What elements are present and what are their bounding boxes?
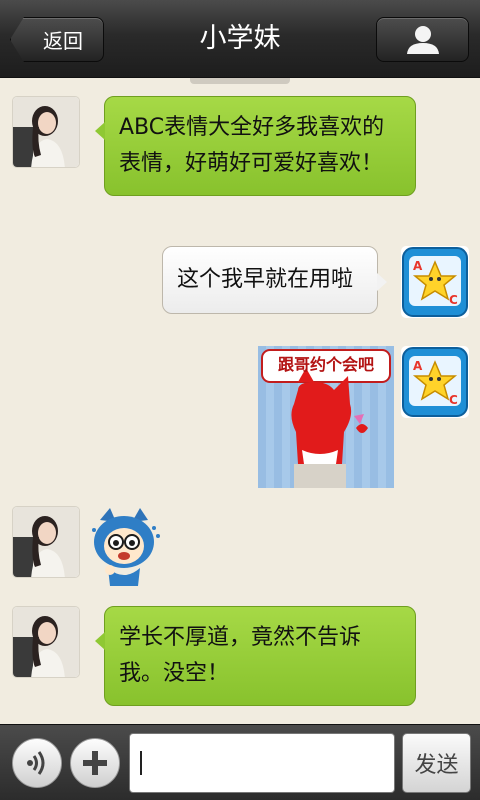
app-logo-avatar-icon: A C [402,347,468,417]
contact-avatar[interactable] [12,606,80,678]
send-button-label: 发送 [414,753,459,778]
sticker-message-contact[interactable] [86,506,164,586]
title-bar: 返回 小学妹 [0,0,480,78]
sticker-caption: 跟哥约个会吧 [277,355,374,374]
text-cursor [140,751,142,775]
send-button[interactable]: 发送 [402,733,471,793]
contact-profile-button[interactable] [376,17,469,62]
my-avatar[interactable]: A C [401,246,469,318]
svg-text:A: A [413,359,423,373]
person-silhouette-icon [406,25,439,54]
attach-plus-button[interactable] [70,738,120,788]
chat-title: 小学妹 [199,23,281,54]
plus-icon [83,751,107,775]
app-logo-avatar-icon: A C [402,247,468,317]
contact-avatar[interactable] [12,96,80,168]
message-bubble-contact[interactable]: ABC表情大全好多我喜欢的表情，好萌好可爱好喜欢！ [95,96,416,196]
chat-message-list[interactable]: ABC表情大全好多我喜欢的表情，好萌好可爱好喜欢！ 这个我早就在用啦 A C 跟… [0,84,480,724]
contact-avatar-photo [13,97,79,167]
message-text: 学长不厚道，竟然不告诉我。没空！ [119,625,362,686]
blue-cat-sticker-image [92,508,160,586]
message-text: ABC表情大全好多我喜欢的表情，好萌好可爱好喜欢！ [119,115,385,176]
message-bubble-me[interactable]: 这个我早就在用啦 [162,246,387,314]
sticker-message-me[interactable]: 跟哥约个会吧 [258,346,394,488]
message-composer: 发送 [0,724,480,800]
contact-avatar[interactable] [12,506,80,578]
back-button-label: 返回 [43,29,83,53]
back-button[interactable]: 返回 [10,17,104,62]
svg-text:C: C [449,393,458,407]
svg-text:A: A [413,259,423,273]
contact-avatar-photo [13,507,79,577]
contact-avatar-photo [13,607,79,677]
voice-wave-icon [27,751,45,775]
svg-text:C: C [449,293,458,307]
message-input[interactable] [129,733,395,793]
voice-input-button[interactable] [12,738,62,788]
message-bubble-contact[interactable]: 学长不厚道，竟然不告诉我。没空！ [95,606,416,706]
message-text: 这个我早就在用啦 [177,267,354,292]
my-avatar[interactable]: A C [401,346,469,418]
